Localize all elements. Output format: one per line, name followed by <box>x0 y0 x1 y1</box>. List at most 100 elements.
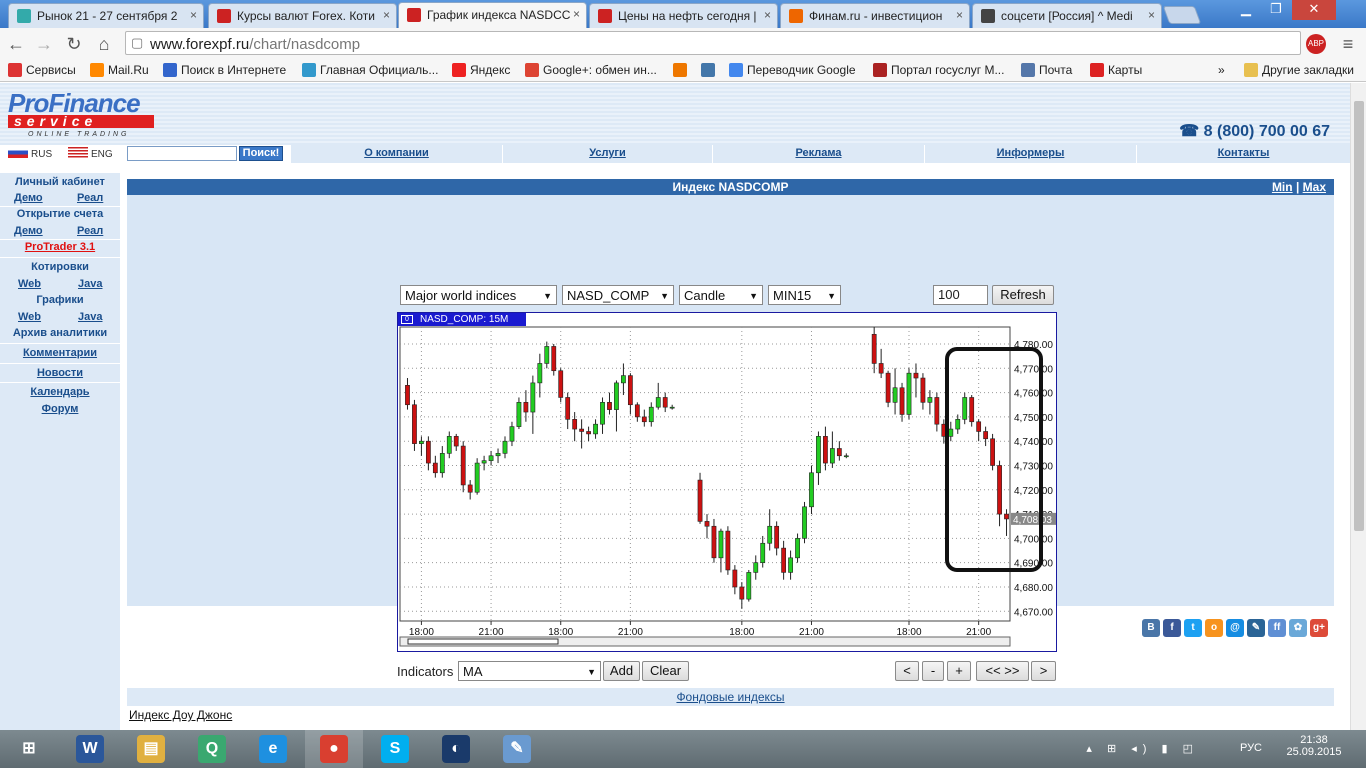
bookmark-item[interactable]: Карты <box>1090 63 1142 77</box>
tray-icons[interactable]: ▴ ⊞ ◂) ▮ ◰ <box>1049 742 1199 755</box>
taskbar-app[interactable]: W <box>61 730 119 768</box>
bookmark-item[interactable]: Сервисы <box>8 63 76 77</box>
menu-about[interactable]: О компании <box>290 145 502 163</box>
taskbar-app[interactable]: ◐ <box>427 730 485 768</box>
sidebar-comments-link[interactable]: Комментарии <box>0 347 120 359</box>
bookmark-item[interactable] <box>701 63 719 77</box>
sidebar-quotes-web-link[interactable]: Web <box>18 278 41 290</box>
chart-type-select[interactable]: Candle <box>679 285 763 305</box>
menu-services[interactable]: Услуги <box>502 145 712 163</box>
add-indicator-button[interactable]: Add <box>603 661 640 681</box>
forward-arrow-icon[interactable]: → <box>32 32 56 56</box>
close-tab-icon[interactable]: × <box>956 8 963 22</box>
sidebar-charts-java-link[interactable]: Java <box>78 311 102 323</box>
address-bar[interactable]: ▢ www.forexpf.ru/chart/nasdcomp <box>125 31 1301 55</box>
back-arrow-icon[interactable]: ← <box>4 32 28 56</box>
scrollbar-thumb[interactable] <box>1354 101 1364 531</box>
site-search-button[interactable]: Поиск! <box>239 146 283 161</box>
refresh-button[interactable]: Refresh <box>992 285 1054 305</box>
close-tab-icon[interactable]: × <box>573 7 580 21</box>
lang-en-link[interactable]: ENG <box>68 147 113 160</box>
sidebar-calendar-link[interactable]: Календарь <box>0 386 120 398</box>
bookmark-item[interactable]: Переводчик Google <box>729 63 856 77</box>
bookmark-item[interactable]: Поиск в Интернете <box>163 63 286 77</box>
bookmark-item[interactable]: Google+: обмен ин... <box>525 63 657 77</box>
sidebar-quotes-java-link[interactable]: Java <box>78 278 102 290</box>
clear-indicators-button[interactable]: Clear <box>642 661 689 681</box>
bookmark-item[interactable]: Яндекс <box>452 63 510 77</box>
close-tab-icon[interactable]: × <box>1148 8 1155 22</box>
candlestick-chart[interactable]: 4,780.00 4,770.00 4,760.00 4,750.00 4,740.00… <box>397 312 1057 652</box>
bar-count-input[interactable]: 100 <box>933 285 988 305</box>
adblock-icon[interactable]: ABP <box>1306 34 1326 54</box>
taskbar-app[interactable]: ⊞ <box>0 730 58 768</box>
other-bookmarks-folder[interactable]: Другие закладки <box>1244 63 1354 77</box>
close-tab-icon[interactable]: × <box>764 8 771 22</box>
dow-jones-link[interactable]: Индекс Доу Джонс <box>129 708 232 722</box>
sidebar-news-link[interactable]: Новости <box>0 367 120 379</box>
browser-tab[interactable]: Цены на нефть сегодня | × <box>589 3 778 28</box>
bookmark-item[interactable]: Mail.Ru <box>90 63 149 77</box>
new-tab-button[interactable] <box>1162 6 1202 24</box>
browser-tab[interactable]: График индекса NASDCC × <box>398 2 587 28</box>
period-select[interactable]: MIN15 <box>768 285 841 305</box>
indicator-select[interactable]: MA <box>458 661 601 681</box>
stock-indices-link[interactable]: Фондовые индексы <box>676 690 784 704</box>
sidebar-demo-link[interactable]: Демо <box>14 192 43 204</box>
close-tab-icon[interactable]: × <box>190 8 197 22</box>
profinance-logo[interactable]: ProFinance service ONLINE TRADING <box>8 90 158 138</box>
sidebar-charts-web-link[interactable]: Web <box>18 311 41 323</box>
friendfeed-share-icon[interactable]: ff <box>1268 619 1286 637</box>
lang-ru-link[interactable]: RUS <box>8 147 52 160</box>
taskbar-app[interactable]: e <box>244 730 302 768</box>
sidebar-protrader-link[interactable]: ProTrader 3.1 <box>0 241 120 253</box>
taskbar-app[interactable]: Q <box>183 730 241 768</box>
browser-tab[interactable]: Курсы валют Forex. Коти × <box>208 3 397 28</box>
menu-contacts[interactable]: Контакты <box>1136 145 1350 163</box>
reload-icon[interactable]: ↻ <box>62 32 86 56</box>
max-link[interactable]: Max <box>1303 180 1326 194</box>
scroll-left-button[interactable]: < <box>895 661 919 681</box>
browser-tab[interactable]: соцсети [Россия] ^ Medi × <box>972 3 1162 28</box>
sidebar-account-real-link[interactable]: Реал <box>77 225 103 237</box>
minimize-window-icon[interactable]: ▁ <box>1232 0 1260 20</box>
fit-all-button[interactable]: << >> <box>976 661 1029 681</box>
bookmark-item[interactable]: Главная Официаль... <box>302 63 438 77</box>
bookmark-item[interactable]: Портал госуслуг М... <box>873 63 1004 77</box>
maximize-window-icon[interactable]: ❐ <box>1262 0 1290 20</box>
zoom-out-button[interactable]: - <box>922 661 944 681</box>
menu-informers[interactable]: Информеры <box>924 145 1136 163</box>
scroll-right-button[interactable]: > <box>1031 661 1056 681</box>
taskbar-app[interactable]: ✎ <box>488 730 546 768</box>
sidebar-account-demo-link[interactable]: Демо <box>14 225 43 237</box>
livejournal-share-icon[interactable]: ✎ <box>1247 619 1265 637</box>
menu-advertising[interactable]: Реклама <box>712 145 924 163</box>
menu-hamburger-icon[interactable]: ≡ <box>1336 32 1360 56</box>
sidebar-real-link[interactable]: Реал <box>77 192 103 204</box>
facebook-share-icon[interactable]: f <box>1163 619 1181 637</box>
clock[interactable]: 21:38 25.09.2015 <box>1274 734 1354 758</box>
home-icon[interactable]: ⌂ <box>92 32 116 56</box>
input-language[interactable]: РУС <box>1240 742 1262 754</box>
odnoklassniki-share-icon[interactable]: o <box>1205 619 1223 637</box>
bookmark-item[interactable] <box>673 63 691 77</box>
twitter-share-icon[interactable]: t <box>1184 619 1202 637</box>
close-window-icon[interactable]: ✕ <box>1292 0 1336 20</box>
sidebar-forum-link[interactable]: Форум <box>0 403 120 415</box>
symbol-select[interactable]: NASD_COMP <box>562 285 674 305</box>
vk-share-icon[interactable]: B <box>1142 619 1160 637</box>
gplus-share-icon[interactable]: g+ <box>1310 619 1328 637</box>
browser-tab[interactable]: Финам.ru - инвестицион × <box>780 3 970 28</box>
close-tab-icon[interactable]: × <box>383 8 390 22</box>
zoom-in-button[interactable]: + <box>947 661 971 681</box>
taskbar-app[interactable]: ▤ <box>122 730 180 768</box>
moi-krug-share-icon[interactable]: ✿ <box>1289 619 1307 637</box>
mailru-share-icon[interactable]: @ <box>1226 619 1244 637</box>
page-scrollbar[interactable] <box>1350 83 1366 730</box>
bookmarks-overflow-button[interactable]: » <box>1218 63 1225 77</box>
bookmark-item[interactable]: Почта <box>1021 63 1072 77</box>
browser-tab[interactable]: Рынок 21 - 27 сентября 2 × <box>8 3 204 28</box>
site-search-input[interactable] <box>127 146 237 161</box>
instrument-group-select[interactable]: Major world indices <box>400 285 557 305</box>
taskbar-app[interactable]: ● <box>305 730 363 768</box>
